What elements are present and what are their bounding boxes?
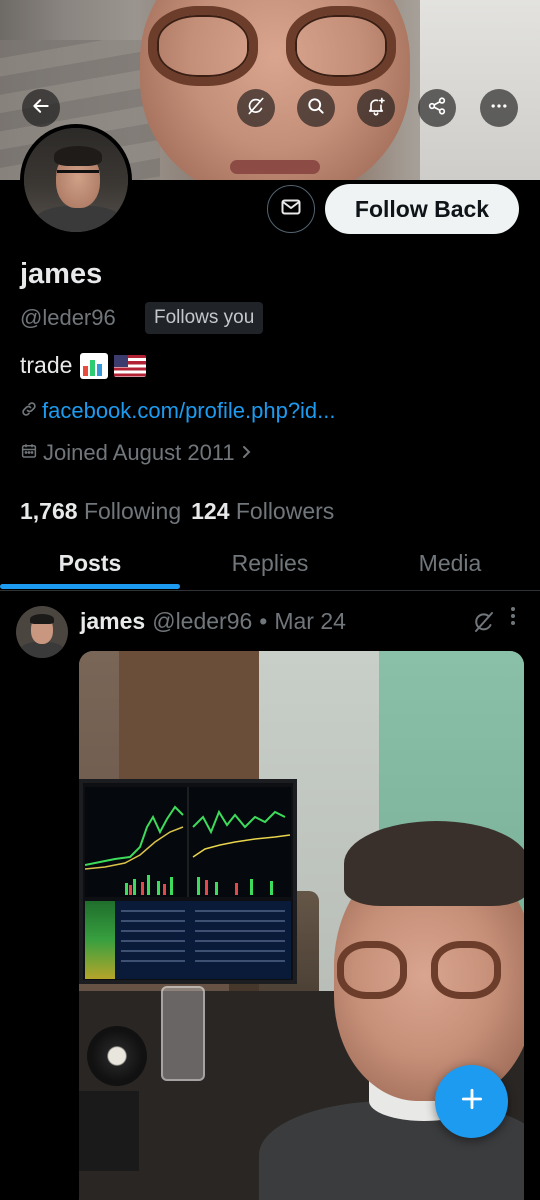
tab-media[interactable]: Media <box>360 536 540 590</box>
profile-page: Follow Back james @leder96 Follows you t… <box>0 0 540 1200</box>
post-separator: • <box>259 608 268 634</box>
bio-text: trade <box>20 352 73 378</box>
more-button[interactable] <box>480 89 518 127</box>
search-icon <box>306 96 326 121</box>
profile-name: james <box>20 258 103 290</box>
post-author-name[interactable]: james <box>80 608 145 635</box>
link-text[interactable]: facebook.com/profile.php?id... <box>42 398 336 424</box>
chart-emoji <box>80 352 109 379</box>
grok-icon <box>246 96 266 121</box>
joined-date[interactable]: Joined August 2011 <box>20 440 254 466</box>
notifications-button[interactable] <box>357 89 395 127</box>
share-button[interactable] <box>418 89 456 127</box>
profile-tabs: Posts Replies Media <box>0 536 540 591</box>
grok-icon[interactable] <box>472 610 496 639</box>
link-icon <box>20 398 38 424</box>
message-button[interactable] <box>267 185 315 233</box>
follow-back-button[interactable]: Follow Back <box>325 184 519 234</box>
grok-button[interactable] <box>237 89 275 127</box>
profile-bio: trade <box>20 352 147 379</box>
tab-replies[interactable]: Replies <box>180 536 360 590</box>
follows-you-badge: Follows you <box>145 302 264 334</box>
post-header: james @leder96 • Mar 24 <box>80 608 346 635</box>
post-author-handle: @leder96 <box>152 608 253 634</box>
back-button[interactable] <box>22 89 60 127</box>
back-arrow-icon <box>31 96 51 121</box>
chevron-right-icon <box>240 440 254 466</box>
profile-link[interactable]: facebook.com/profile.php?id... <box>20 398 336 424</box>
share-icon <box>427 96 447 121</box>
followers-stat[interactable]: 124 Followers <box>191 498 334 525</box>
profile-handle: @leder96 <box>20 305 116 330</box>
joined-text: Joined August 2011 <box>43 440 235 465</box>
avatar[interactable] <box>20 124 132 236</box>
active-tab-indicator <box>0 584 180 589</box>
tab-posts[interactable]: Posts <box>0 536 180 590</box>
compose-button[interactable] <box>435 1065 508 1138</box>
us-flag-emoji <box>114 354 147 377</box>
more-icon <box>489 96 509 121</box>
follow-stats: 1,768 Following 124 Followers <box>20 498 334 525</box>
notification-bell-plus-icon <box>366 96 386 121</box>
following-stat[interactable]: 1,768 Following <box>20 498 181 525</box>
post-date: Mar 24 <box>274 608 346 634</box>
calendar-icon <box>20 440 38 466</box>
search-button[interactable] <box>297 89 335 127</box>
envelope-icon <box>279 195 303 224</box>
post-avatar[interactable] <box>16 606 68 658</box>
plus-icon <box>459 1086 485 1117</box>
post-more-icon[interactable] <box>507 606 519 626</box>
